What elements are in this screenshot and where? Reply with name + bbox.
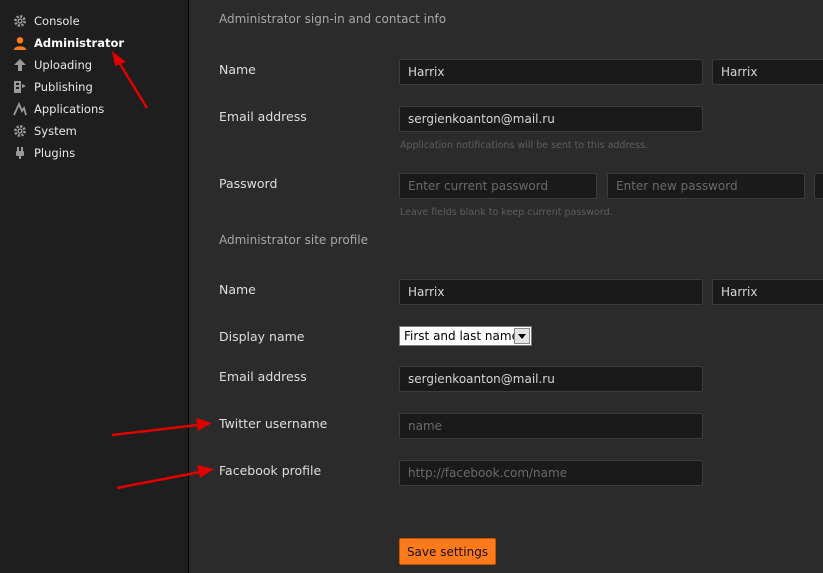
password-label: Password [219, 176, 278, 191]
first-name-input[interactable] [399, 59, 703, 85]
sidebar-item-label: Console [34, 14, 80, 28]
profile-last-name-input[interactable] [712, 279, 823, 305]
facebook-label: Facebook profile [219, 463, 322, 478]
display-name-select[interactable]: First and last name [399, 326, 532, 346]
password-hint: Leave fields blank to keep current passw… [400, 207, 613, 218]
twitter-input[interactable] [399, 413, 703, 439]
user-icon [12, 35, 28, 51]
sidebar-item-applications[interactable]: Applications [12, 100, 104, 118]
applications-icon [12, 101, 28, 117]
plug-icon [12, 145, 28, 161]
current-password-input[interactable] [399, 173, 597, 199]
new-password-input[interactable] [607, 173, 805, 199]
upload-arrow-icon [12, 57, 28, 73]
sidebar-item-label: System [34, 124, 77, 138]
email-hint: Application notifications will be sent t… [400, 140, 648, 151]
sidebar-item-administrator[interactable]: Administrator [12, 34, 124, 52]
display-name-value: First and last name [404, 329, 519, 343]
last-name-input[interactable] [712, 59, 823, 85]
profile-email-input[interactable] [399, 366, 703, 392]
sidebar: Console Administrator Uploading Publishi… [0, 0, 189, 573]
main-content: Administrator sign-in and contact info N… [189, 0, 823, 573]
email-input[interactable] [399, 106, 703, 132]
sidebar-item-publishing[interactable]: Publishing [12, 78, 93, 96]
twitter-label: Twitter username [219, 416, 328, 431]
sidebar-item-label: Plugins [34, 146, 76, 160]
email-label: Email address [219, 109, 307, 124]
profile-section-title: Administrator site profile [219, 233, 369, 247]
sidebar-item-label: Applications [34, 102, 105, 116]
sidebar-item-label: Uploading [34, 58, 93, 72]
sidebar-item-label: Publishing [34, 80, 93, 94]
sidebar-item-system[interactable]: System [12, 122, 77, 140]
name-label: Name [219, 62, 256, 77]
profile-first-name-input[interactable] [399, 279, 703, 305]
sidebar-item-console[interactable]: Console [12, 12, 80, 30]
chevron-down-icon [514, 328, 530, 344]
publishing-icon [12, 79, 28, 95]
sidebar-item-plugins[interactable]: Plugins [12, 144, 75, 162]
save-settings-button[interactable]: Save settings [399, 538, 496, 565]
sidebar-item-label: Administrator [34, 36, 125, 50]
facebook-input[interactable] [399, 460, 703, 486]
signin-section-title: Administrator sign-in and contact info [219, 12, 447, 26]
profile-email-label: Email address [219, 369, 307, 384]
gear-icon [12, 13, 28, 29]
confirm-password-input[interactable] [814, 173, 823, 199]
gear-icon [12, 123, 28, 139]
profile-name-label: Name [219, 282, 256, 297]
sidebar-item-uploading[interactable]: Uploading [12, 56, 92, 74]
display-name-label: Display name [219, 329, 305, 344]
